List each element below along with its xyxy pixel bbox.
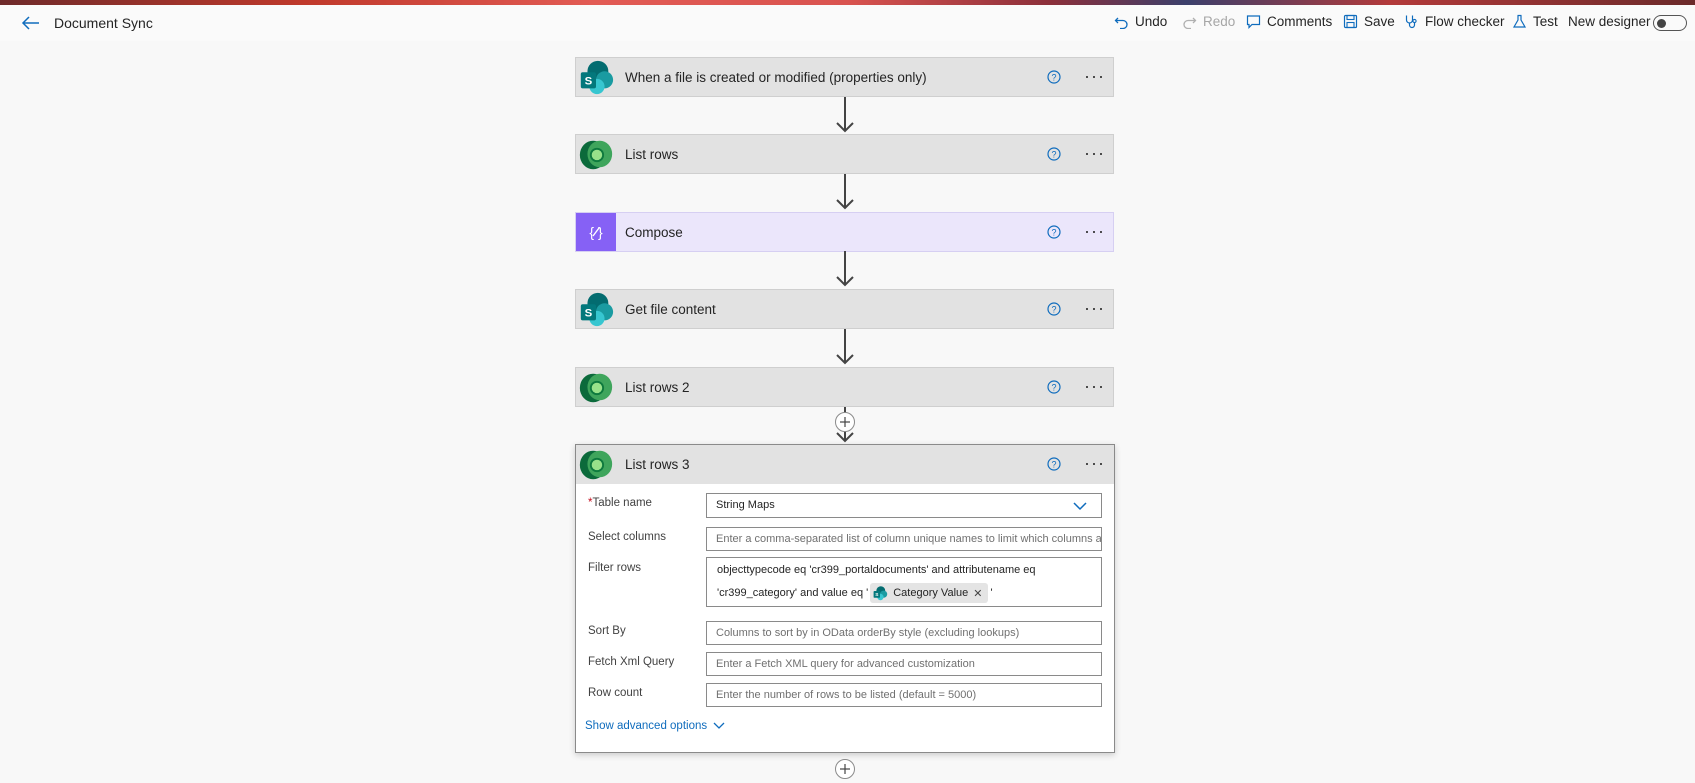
connector-arrow-icon	[835, 174, 855, 210]
undo-icon	[1114, 17, 1128, 29]
sharepoint-icon	[576, 58, 616, 96]
flow-checker-button[interactable]: Flow checker	[1404, 14, 1505, 29]
step-title: Get file content	[625, 302, 716, 317]
filter-text-line-2: 'cr399_category' and value eq '	[717, 587, 869, 599]
flask-icon	[1512, 14, 1527, 28]
dynamic-content-token[interactable]: Category Value ✕	[870, 583, 989, 603]
step-title: When a file is created or modified (prop…	[625, 70, 927, 85]
connector-arrow-icon	[835, 251, 855, 287]
step-card-get-file-content[interactable]: Get file content ···	[575, 289, 1114, 329]
step-card-list-rows-3: List rows 3 ··· *Table name String Maps …	[575, 444, 1115, 753]
comments-button[interactable]: Comments	[1246, 14, 1332, 29]
more-options-icon[interactable]: ···	[1084, 144, 1105, 162]
sharepoint-icon	[872, 585, 888, 601]
filter-text-suffix: '	[990, 587, 993, 599]
insert-step-button-bottom[interactable]	[835, 759, 855, 779]
help-icon[interactable]	[1047, 302, 1061, 316]
step-header[interactable]: List rows 3 ···	[576, 445, 1114, 484]
connector-arrow-icon	[835, 97, 855, 133]
dataverse-icon	[576, 368, 616, 406]
test-button[interactable]: Test	[1512, 14, 1558, 29]
compose-icon: { }	[576, 213, 616, 251]
more-options-icon[interactable]: ···	[1084, 454, 1105, 472]
step-card-file-trigger[interactable]: When a file is created or modified (prop…	[575, 57, 1114, 97]
table-name-select[interactable]: String Maps	[706, 493, 1102, 518]
save-icon	[1343, 14, 1358, 29]
back-arrow-icon[interactable]	[20, 14, 42, 32]
flow-title: Document Sync	[54, 15, 153, 31]
help-icon[interactable]	[1047, 147, 1061, 161]
table-name-label: *Table name	[588, 497, 652, 509]
select-columns-label: Select columns	[588, 531, 666, 543]
insert-step-button[interactable]	[835, 412, 855, 432]
show-advanced-options-link[interactable]: Show advanced options	[585, 720, 725, 732]
step-title: Compose	[625, 225, 683, 240]
sort-by-label: Sort By	[588, 625, 626, 637]
sort-by-input[interactable]: Columns to sort by in OData orderBy styl…	[706, 621, 1102, 645]
row-count-input[interactable]: Enter the number of rows to be listed (d…	[706, 683, 1102, 707]
undo-button[interactable]: Undo	[1114, 14, 1167, 29]
designer-toolbar: Document Sync Undo Redo Comments Save Fl…	[0, 5, 1695, 41]
redo-icon	[1183, 17, 1197, 29]
new-designer-label: New designer	[1568, 14, 1651, 29]
more-options-icon[interactable]: ···	[1084, 299, 1105, 317]
help-icon[interactable]	[1047, 70, 1061, 84]
step-title: List rows	[625, 147, 679, 162]
more-options-icon[interactable]: ···	[1084, 377, 1105, 395]
more-options-icon[interactable]: ···	[1084, 67, 1105, 85]
plus-icon	[840, 764, 850, 774]
help-icon[interactable]	[1047, 225, 1061, 239]
step-card-list-rows[interactable]: List rows ···	[575, 134, 1114, 174]
chevron-down-icon	[1073, 502, 1087, 511]
step-title: List rows 3	[625, 457, 690, 472]
help-icon[interactable]	[1047, 457, 1061, 471]
fetch-xml-label: Fetch Xml Query	[588, 656, 675, 668]
stethoscope-icon	[1405, 15, 1417, 29]
more-options-icon[interactable]: ···	[1084, 222, 1105, 240]
remove-token-icon[interactable]: ✕	[973, 587, 982, 600]
help-icon[interactable]	[1047, 380, 1061, 394]
dataverse-icon	[576, 135, 616, 173]
filter-text-line-1: objecttypecode eq 'cr399_portaldocuments…	[717, 564, 1036, 576]
step-card-compose[interactable]: { } Compose ···	[575, 212, 1114, 252]
connector-arrow-icon	[835, 329, 855, 365]
filter-rows-input[interactable]: objecttypecode eq 'cr399_portaldocuments…	[706, 557, 1102, 607]
dataverse-icon	[576, 445, 616, 483]
chevron-down-icon	[713, 722, 725, 729]
filter-rows-label: Filter rows	[588, 562, 642, 574]
step-card-list-rows-2[interactable]: List rows 2 ···	[575, 367, 1114, 407]
select-columns-input[interactable]: Enter a comma-separated list of column u…	[706, 527, 1102, 551]
redo-button[interactable]: Redo	[1182, 14, 1235, 29]
sharepoint-icon	[576, 290, 616, 328]
plus-icon	[840, 417, 850, 427]
fetch-xml-input[interactable]: Enter a Fetch XML query for advanced cus…	[706, 652, 1102, 676]
step-title: List rows 2	[625, 380, 690, 395]
comment-icon	[1246, 15, 1261, 29]
row-count-label: Row count	[588, 687, 643, 699]
save-button[interactable]: Save	[1343, 14, 1395, 29]
new-designer-toggle[interactable]	[1653, 15, 1687, 31]
